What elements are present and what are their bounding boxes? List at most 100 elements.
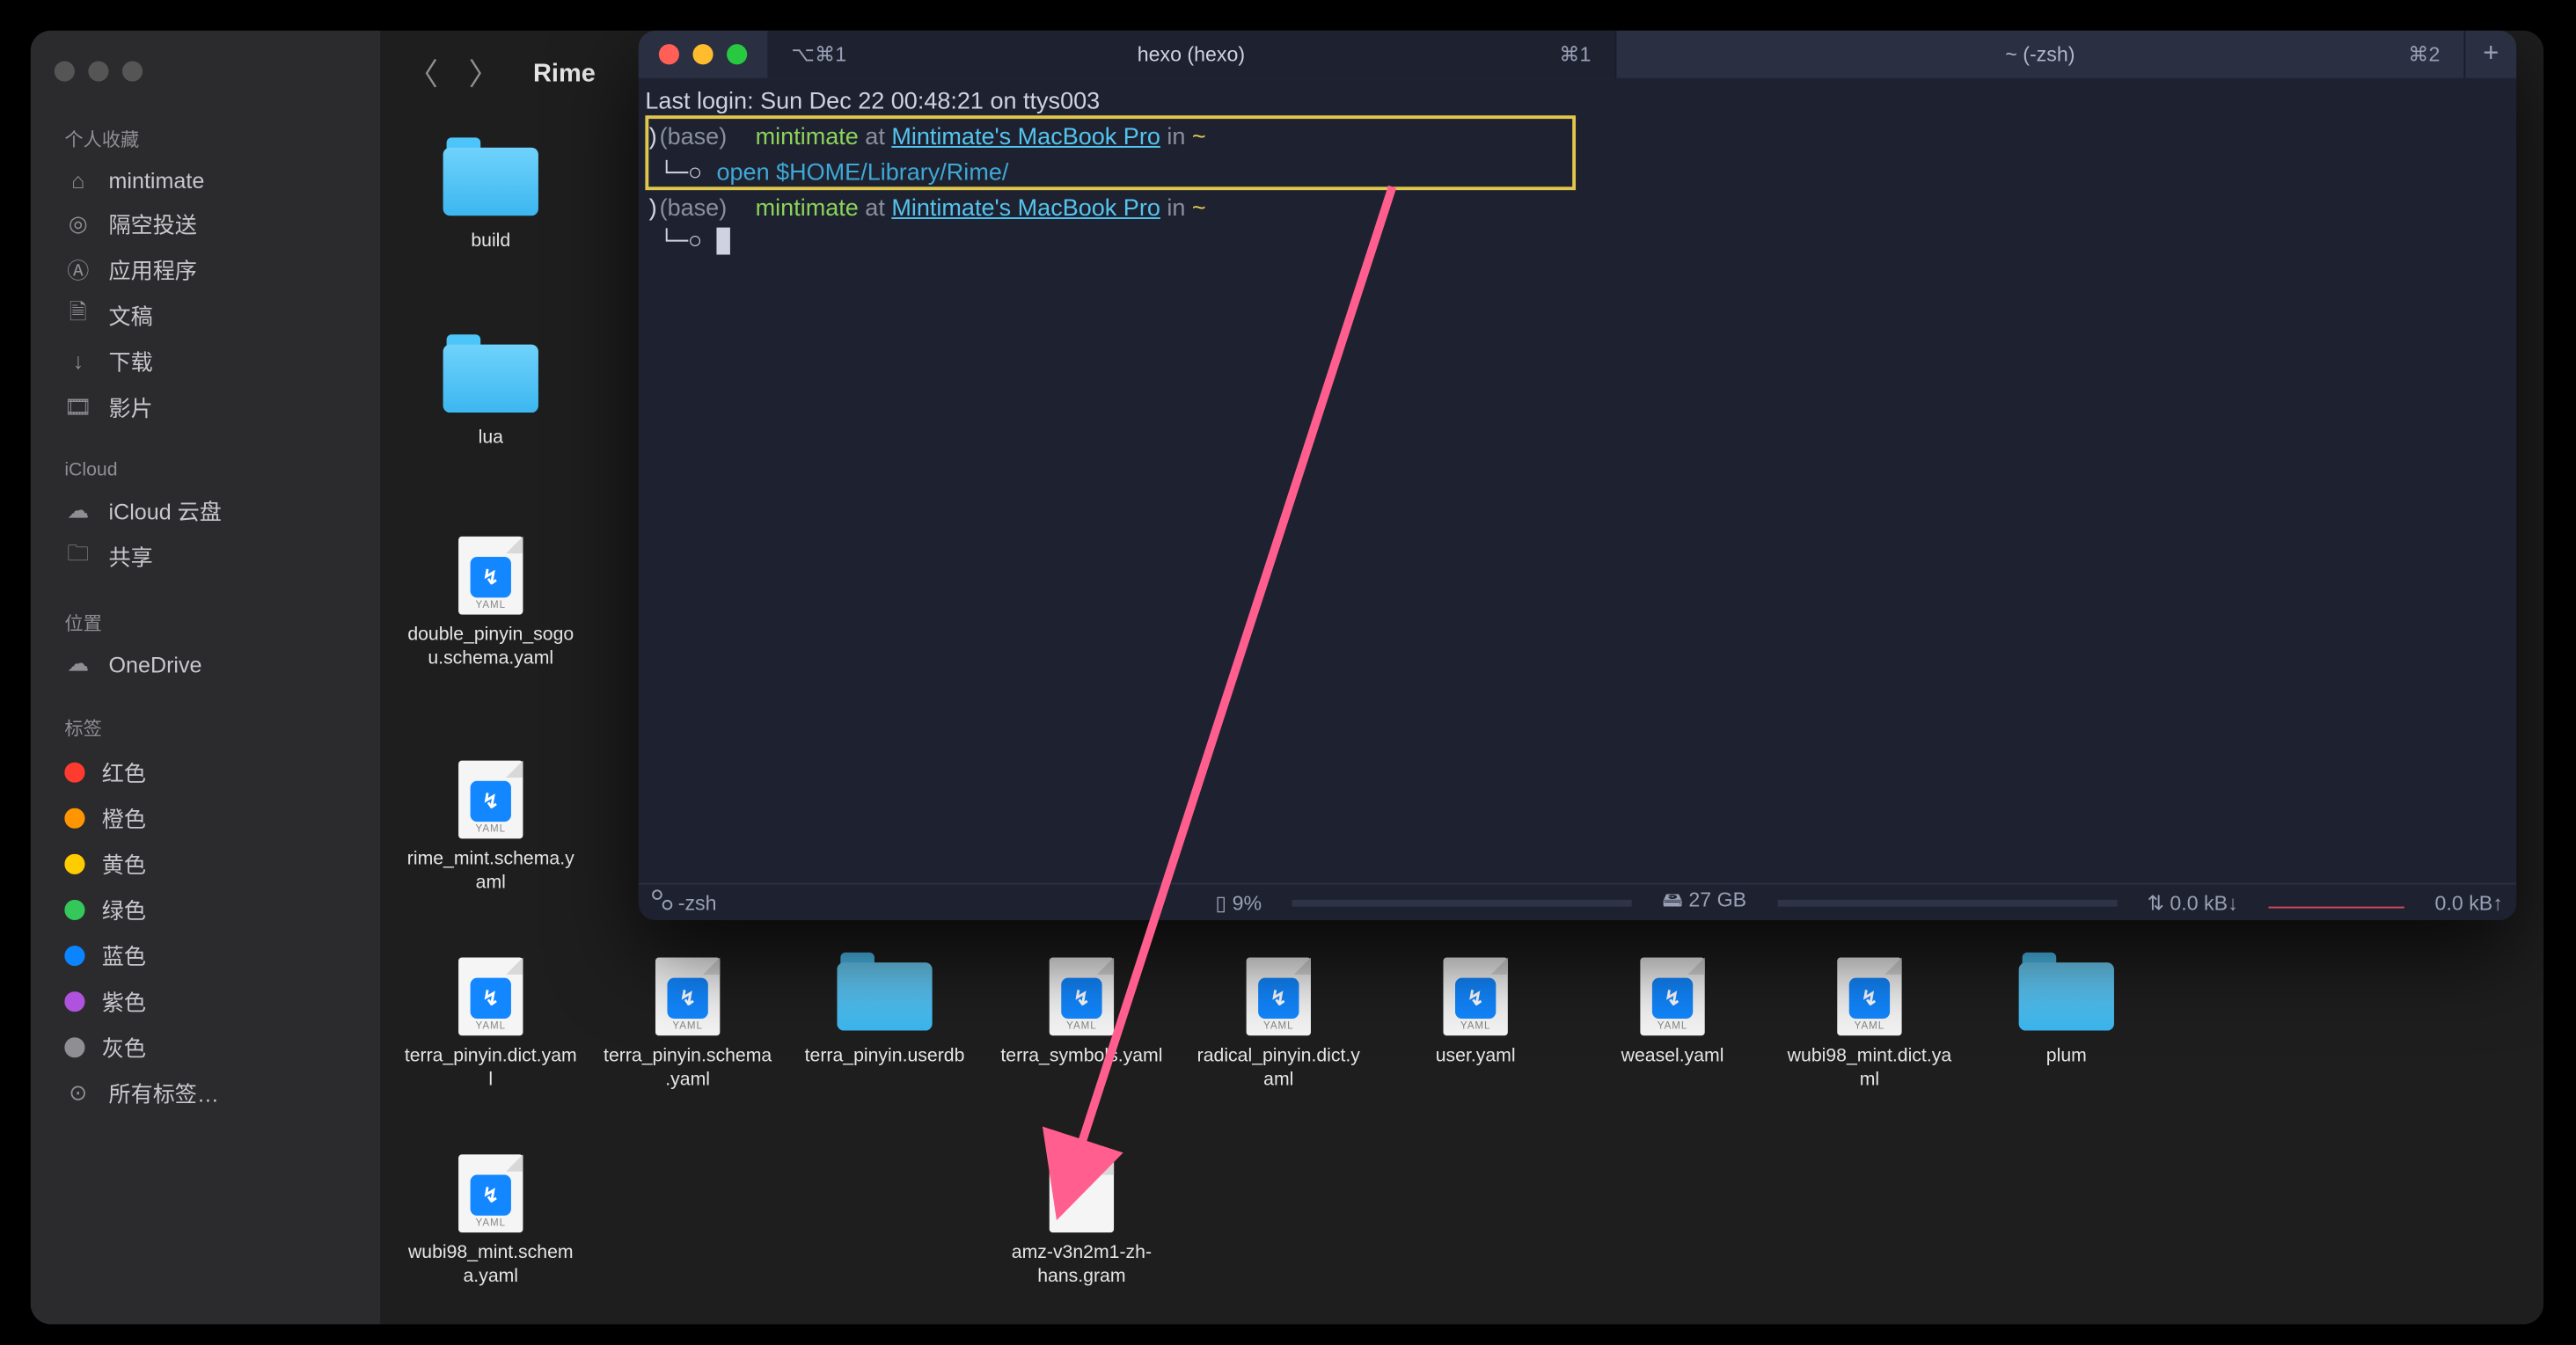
file-item[interactable]: ↯YAML terra_pinyin.schema.yaml <box>601 954 774 1093</box>
sidebar-tag[interactable]: 红色 <box>31 749 381 794</box>
sidebar-heading-locations: 位置 <box>31 599 381 643</box>
file-label: lua <box>479 428 503 451</box>
yaml-file-icon: ↯YAML <box>1444 958 1508 1036</box>
new-tab-button[interactable]: + <box>2465 39 2516 69</box>
sidebar-tag[interactable]: 黄色 <box>31 840 381 886</box>
tag-dot-icon <box>64 990 84 1011</box>
cpu-bar <box>1292 899 1632 906</box>
yaml-file-icon: ↯YAML <box>458 761 523 839</box>
home-icon: ⌂ <box>64 166 91 194</box>
tag-dot-icon <box>64 808 84 828</box>
file-label: amz-v3n2m1-zh-hans.gram <box>995 1243 1168 1290</box>
window-controls[interactable] <box>31 51 381 106</box>
branch-icon <box>652 889 672 910</box>
tag-dot-icon <box>64 945 84 965</box>
sidebar-heading-favorites: 个人收藏 <box>31 115 381 159</box>
folder-icon <box>2019 962 2114 1030</box>
apps-icon: Ⓐ <box>64 255 91 282</box>
close-icon[interactable] <box>55 61 75 81</box>
terminal-tabbar: ⌥⌘1hexo (hexo)⌘1~ (-zsh)⌘2 + <box>639 31 2517 78</box>
yaml-file-icon: ↯YAML <box>1640 958 1704 1036</box>
file-item[interactable]: ↯YAML radical_pinyin.dict.yaml <box>1192 954 1365 1093</box>
file-item[interactable]: amz-v3n2m1-zh-hans.gram <box>995 1151 1168 1290</box>
sidebar-item-movies[interactable]: 🎞 影片 <box>31 384 381 429</box>
sidebar-tag[interactable]: 紫色 <box>31 978 381 1024</box>
sidebar-tag[interactable]: 灰色 <box>31 1024 381 1070</box>
sidebar-item-onedrive[interactable]: ☁ OneDrive <box>31 643 381 683</box>
terminal-window-controls[interactable] <box>639 44 768 64</box>
disk-label: 🖴 27 GB <box>1663 885 1747 921</box>
file-item[interactable]: terra_pinyin.userdb <box>798 954 971 1070</box>
movies-icon: 🎞 <box>64 393 91 420</box>
file-item[interactable]: ↯YAMLwubi98_mint.schema.yaml <box>404 1151 577 1290</box>
minimize-icon[interactable] <box>88 61 108 81</box>
close-icon[interactable] <box>659 44 679 64</box>
file-label: terra_pinyin.schema.yaml <box>601 1046 774 1093</box>
sidebar-item-mintimate[interactable]: ⌂ mintimate <box>31 159 381 200</box>
yaml-file-icon: ↯YAML <box>458 958 523 1036</box>
sidebar-tag[interactable]: ⊙所有标签… <box>31 1070 381 1115</box>
cloud-icon: ☁ <box>64 650 91 677</box>
tag-dot-icon <box>64 1036 84 1056</box>
folder-icon <box>443 345 538 413</box>
yaml-file-icon: ↯YAML <box>1050 958 1114 1036</box>
sidebar-heading-icloud: iCloud <box>31 450 381 486</box>
file-label: user.yaml <box>1436 1046 1516 1070</box>
tag-dot-icon <box>64 899 84 919</box>
file-item[interactable]: plum <box>1980 954 2153 1070</box>
session-label: -zsh <box>652 889 716 915</box>
download-icon: ↓ <box>64 347 91 375</box>
terminal-body[interactable]: Last login: Sun Dec 22 00:48:21 on ttys0… <box>639 78 2517 883</box>
yaml-file-icon: ↯YAML <box>1247 958 1311 1036</box>
file-item[interactable]: ↯YAML rime_mint.schema.yaml <box>404 757 577 895</box>
sidebar-tag[interactable]: 蓝色 <box>31 932 381 978</box>
terminal-tab[interactable]: ⌥⌘1hexo (hexo)⌘1 <box>767 31 1616 78</box>
finder-sidebar: 个人收藏 ⌂ mintimate ◎ 隔空投送 Ⓐ 应用程序 🗎 文稿 ↓ 下载 <box>31 31 381 1325</box>
disk-bar <box>1777 899 2117 906</box>
file-item[interactable]: ↯YAMLwubi98_mint.dict.yaml <box>1783 954 1957 1093</box>
file-item[interactable]: ↯YAMLweasel.yaml <box>1586 954 1760 1070</box>
file-item[interactable]: ↯YAML terra_symbols.yaml <box>995 954 1168 1070</box>
sidebar-item-airdrop[interactable]: ◎ 隔空投送 <box>31 201 381 246</box>
file-label: build <box>471 230 510 254</box>
sidebar-item-documents[interactable]: 🗎 文稿 <box>31 292 381 338</box>
back-button[interactable]: 〈 <box>407 51 438 95</box>
yaml-file-icon: ↯YAML <box>458 1154 523 1232</box>
file-label: terra_pinyin.userdb <box>805 1046 965 1070</box>
file-label: terra_symbols.yaml <box>1000 1046 1162 1070</box>
folder-icon <box>837 962 932 1030</box>
forward-button[interactable]: 〉 <box>469 51 500 95</box>
tag-dot-icon: ⊙ <box>64 1079 91 1107</box>
airdrop-icon: ◎ <box>64 209 91 237</box>
sidebar-tag[interactable]: 绿色 <box>31 886 381 932</box>
sidebar-heading-tags: 标签 <box>31 705 381 749</box>
sidebar-item-icloud-drive[interactable]: ☁ iCloud 云盘 <box>31 487 381 533</box>
sidebar-item-downloads[interactable]: ↓ 下载 <box>31 338 381 384</box>
sidebar-item-applications[interactable]: Ⓐ 应用程序 <box>31 246 381 292</box>
zoom-icon[interactable] <box>727 44 747 64</box>
zoom-icon[interactable] <box>122 61 143 81</box>
file-label: double_pinyin_sogou.schema.yaml <box>404 625 577 671</box>
window-title: Rime <box>533 59 596 88</box>
cloud-icon: ☁ <box>64 497 91 524</box>
sidebar-item-shared[interactable]: 🗀 共享 <box>31 533 381 579</box>
file-item[interactable]: ↯YAML user.yaml <box>1389 954 1562 1070</box>
file-item[interactable]: build <box>404 139 577 254</box>
file-item[interactable]: ↯YAML terra_pinyin.dict.yaml <box>404 954 577 1093</box>
terminal-tab[interactable]: ~ (-zsh)⌘2 <box>1616 31 2465 78</box>
minimize-icon[interactable] <box>692 44 713 64</box>
file-label: terra_pinyin.dict.yaml <box>404 1046 577 1093</box>
sidebar-tag[interactable]: 橙色 <box>31 794 381 840</box>
terminal-statusbar: -zsh ▯ 9% 🖴 27 GB ⇅ 0.0 kB↓ 0.0 kB↑ <box>639 883 2517 920</box>
file-label: radical_pinyin.dict.yaml <box>1192 1046 1365 1093</box>
tag-dot-icon <box>64 853 84 874</box>
file-item[interactable]: ↯YAMLdouble_pinyin_sogou.schema.yaml <box>404 533 577 671</box>
command-text: open $HOME/Library/Rime/ <box>716 157 1008 185</box>
file-label: plum <box>2046 1046 2087 1070</box>
file-item[interactable]: lua <box>404 336 577 451</box>
net-down: ⇅ 0.0 kB↓ <box>2148 890 2238 914</box>
folder-icon <box>443 148 538 216</box>
file-label: rime_mint.schema.yaml <box>404 849 577 895</box>
yaml-file-icon: ↯YAML <box>655 958 720 1036</box>
file-icon <box>1050 1154 1114 1232</box>
